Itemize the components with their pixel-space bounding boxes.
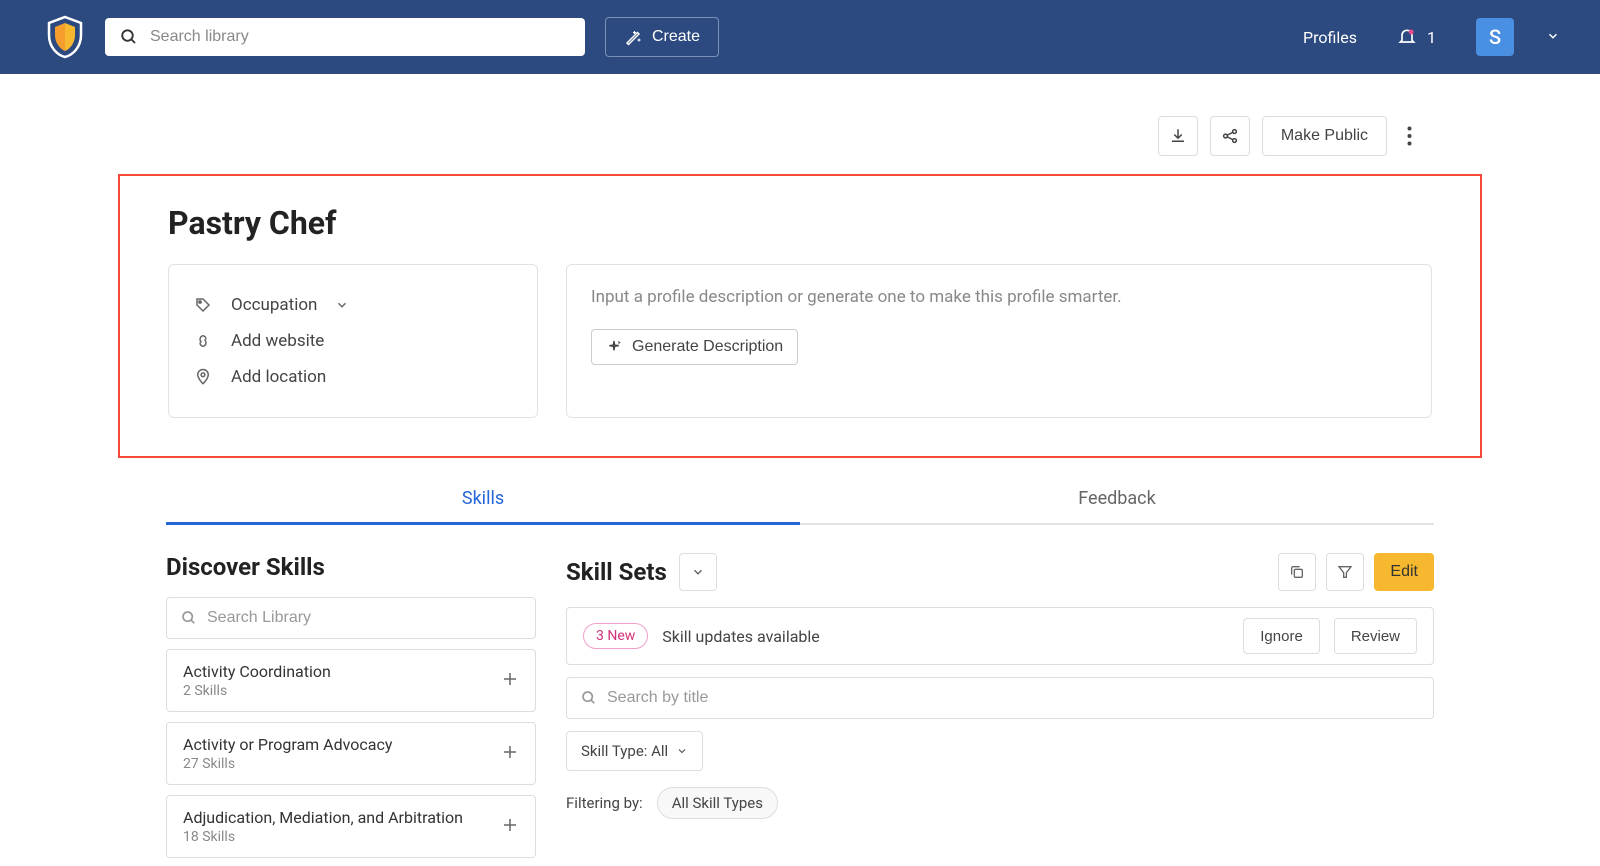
generate-description-button[interactable]: Generate Description: [591, 329, 798, 365]
description-card: Input a profile description or generate …: [566, 264, 1432, 418]
edit-button[interactable]: Edit: [1374, 553, 1434, 591]
ignore-button[interactable]: Ignore: [1243, 618, 1320, 654]
skills-content: Discover Skills Activity Coordination 2 …: [166, 553, 1434, 858]
link-icon: [194, 332, 212, 350]
app-header: Create Profiles 1 S: [0, 0, 1600, 74]
create-label: Create: [652, 28, 700, 46]
user-menu-toggle[interactable]: [1546, 28, 1560, 47]
skill-sets-dropdown[interactable]: [679, 553, 717, 591]
discover-item[interactable]: Activity Coordination 2 Skills: [166, 649, 536, 712]
discover-item-count: 27 Skills: [183, 756, 392, 772]
discover-item[interactable]: Activity or Program Advocacy 27 Skills: [166, 722, 536, 785]
plus-icon: [501, 670, 519, 688]
share-icon: [1221, 127, 1239, 145]
discover-item-name: Adjudication, Mediation, and Arbitration: [183, 808, 463, 827]
plus-icon: [501, 816, 519, 834]
more-actions[interactable]: [1399, 126, 1420, 146]
filter-chip[interactable]: All Skill Types: [657, 787, 778, 819]
occupation-row[interactable]: Occupation: [193, 287, 513, 323]
filter-icon: [1337, 564, 1353, 580]
skill-sets-search-input[interactable]: [607, 689, 1419, 707]
location-icon: [194, 368, 212, 386]
filter-button[interactable]: [1326, 553, 1364, 591]
profile-hero: Pastry Chef Occupation Add website Add l…: [118, 174, 1482, 458]
profile-meta-card: Occupation Add website Add location: [168, 264, 538, 418]
page-actions: Make Public: [0, 74, 1600, 156]
skill-sets-search[interactable]: [566, 677, 1434, 719]
avatar[interactable]: S: [1476, 18, 1514, 56]
add-location-label: Add location: [231, 367, 326, 387]
skill-type-filter[interactable]: Skill Type: All: [566, 731, 703, 771]
chevron-down-icon: [335, 298, 349, 312]
library-search-input[interactable]: [150, 28, 570, 46]
filtering-row: Filtering by: All Skill Types: [566, 787, 1434, 819]
add-skill-button[interactable]: [501, 816, 519, 838]
search-icon: [581, 690, 597, 706]
skill-sets-panel: Skill Sets Edit 3 New Skill updates avai…: [566, 553, 1434, 858]
add-skill-button[interactable]: [501, 670, 519, 692]
notifications[interactable]: 1: [1397, 27, 1436, 47]
discover-item[interactable]: Adjudication, Mediation, and Arbitration…: [166, 795, 536, 858]
discover-item-count: 18 Skills: [183, 829, 463, 845]
chevron-down-icon: [691, 565, 705, 579]
updates-bar: 3 New Skill updates available Ignore Rev…: [566, 607, 1434, 665]
profiles-link[interactable]: Profiles: [1303, 28, 1357, 47]
tab-skills[interactable]: Skills: [166, 476, 800, 523]
search-icon: [120, 28, 138, 46]
magic-wand-icon: [624, 28, 642, 46]
skill-sets-title: Skill Sets: [566, 558, 667, 586]
updates-text: Skill updates available: [662, 627, 1229, 646]
updates-badge: 3 New: [583, 623, 648, 649]
make-public-button[interactable]: Make Public: [1262, 116, 1387, 156]
discover-title: Discover Skills: [166, 553, 325, 581]
sparkle-icon: [606, 339, 622, 355]
profile-title: Pastry Chef: [168, 204, 1432, 242]
share-button[interactable]: [1210, 116, 1250, 156]
discover-item-name: Activity Coordination: [183, 662, 331, 681]
library-search[interactable]: [105, 18, 585, 56]
generate-label: Generate Description: [632, 338, 783, 356]
profile-tabs: Skills Feedback: [166, 476, 1434, 525]
search-icon: [181, 610, 197, 626]
plus-icon: [501, 743, 519, 761]
occupation-label: Occupation: [231, 295, 317, 315]
discover-item-count: 2 Skills: [183, 683, 331, 699]
copy-icon: [1289, 564, 1305, 580]
download-button[interactable]: [1158, 116, 1198, 156]
filtering-label: Filtering by:: [566, 794, 643, 812]
chevron-down-icon: [1546, 29, 1560, 43]
discover-skills-panel: Discover Skills Activity Coordination 2 …: [166, 553, 536, 858]
tag-icon: [194, 296, 212, 314]
notif-count: 1: [1427, 28, 1436, 47]
download-icon: [1169, 127, 1187, 145]
bell-icon: [1397, 27, 1417, 47]
description-placeholder: Input a profile description or generate …: [591, 287, 1407, 307]
add-location-row[interactable]: Add location: [193, 359, 513, 395]
add-website-label: Add website: [231, 331, 324, 351]
review-button[interactable]: Review: [1334, 618, 1417, 654]
chevron-down-icon: [676, 745, 688, 757]
create-button[interactable]: Create: [605, 17, 719, 57]
skill-type-label: Skill Type: All: [581, 742, 668, 760]
add-website-row[interactable]: Add website: [193, 323, 513, 359]
more-vertical-icon: [1407, 126, 1412, 146]
discover-search[interactable]: [166, 597, 536, 639]
copy-button[interactable]: [1278, 553, 1316, 591]
discover-item-name: Activity or Program Advocacy: [183, 735, 392, 754]
app-logo: [45, 15, 85, 59]
discover-search-input[interactable]: [207, 609, 521, 627]
tab-feedback[interactable]: Feedback: [800, 476, 1434, 523]
add-skill-button[interactable]: [501, 743, 519, 765]
